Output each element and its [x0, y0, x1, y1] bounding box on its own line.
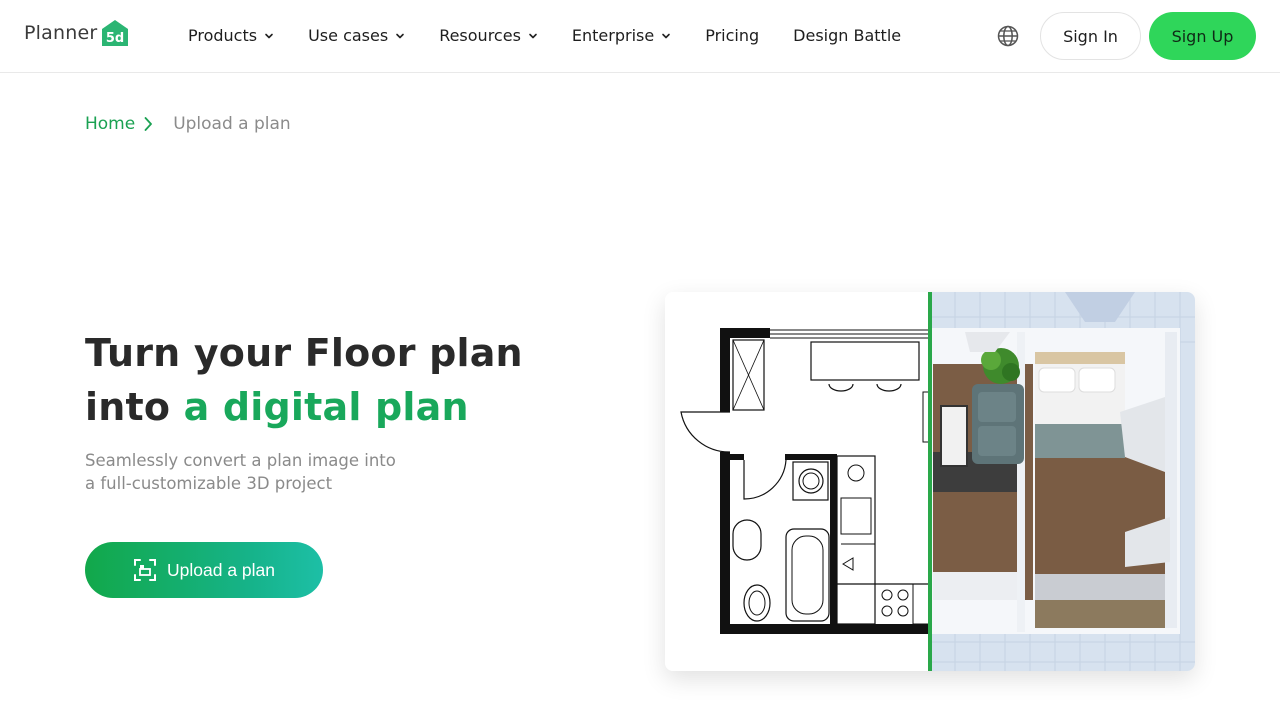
main-nav: Products Use cases Resources Enterprise … — [188, 26, 935, 45]
hero-title-line2-prefix: into — [85, 385, 184, 429]
hero-title: Turn your Floor plan into a digital plan — [85, 326, 523, 434]
hero-subtitle: Seamlessly convert a plan image into a f… — [85, 449, 445, 495]
hero-title-line1: Turn your Floor plan — [85, 331, 523, 375]
nav-item-label: Resources — [439, 26, 521, 45]
logo-badge-icon: 5d — [102, 20, 129, 46]
sign-up-button[interactable]: Sign Up — [1149, 12, 1256, 60]
sign-in-button[interactable]: Sign In — [1040, 12, 1141, 60]
floor-plan-comparison-image — [665, 292, 1195, 671]
nav-item-use-cases[interactable]: Use cases — [308, 26, 405, 45]
chevron-right-icon — [144, 117, 153, 131]
chevron-down-icon — [265, 33, 273, 38]
chevron-down-icon — [662, 33, 671, 38]
nav-item-pricing[interactable]: Pricing — [705, 26, 759, 45]
nav-item-label: Products — [188, 26, 258, 45]
scan-upload-icon — [134, 559, 156, 581]
chevron-down-icon — [396, 33, 404, 38]
hero-subtitle-line2: a full-customizable 3D project — [85, 474, 333, 493]
nav-item-label: Enterprise — [571, 26, 655, 45]
breadcrumb-current: Upload a plan — [173, 114, 291, 134]
nav-item-label: Pricing — [705, 26, 760, 45]
nav-item-enterprise[interactable]: Enterprise — [572, 26, 671, 45]
chevron-down-icon — [529, 33, 537, 38]
nav-item-label: Use cases — [308, 26, 389, 45]
upload-plan-button[interactable]: Upload a plan — [85, 542, 323, 598]
nav-item-design-battle[interactable]: Design Battle — [793, 26, 901, 45]
hero-title-accent: a digital plan — [183, 385, 469, 429]
breadcrumb-home-link[interactable]: Home — [85, 114, 135, 134]
floor-plan-illustration — [665, 292, 1195, 671]
globe-icon[interactable] — [996, 24, 1020, 48]
nav-item-resources[interactable]: Resources — [439, 26, 538, 45]
nav-item-products[interactable]: Products — [188, 26, 274, 45]
breadcrumb: Home Upload a plan — [85, 114, 291, 134]
top-navigation-bar: Planner 5d Products Use cases Resources … — [0, 0, 1280, 73]
hero-subtitle-line1: Seamlessly convert a plan image into — [85, 451, 396, 470]
logo-badge-text: 5d — [106, 31, 124, 46]
nav-item-label: Design Battle — [793, 26, 902, 45]
logo-text: Planner — [24, 22, 98, 44]
planner5d-logo[interactable]: Planner 5d — [24, 18, 130, 48]
upload-plan-label: Upload a plan — [167, 559, 275, 580]
